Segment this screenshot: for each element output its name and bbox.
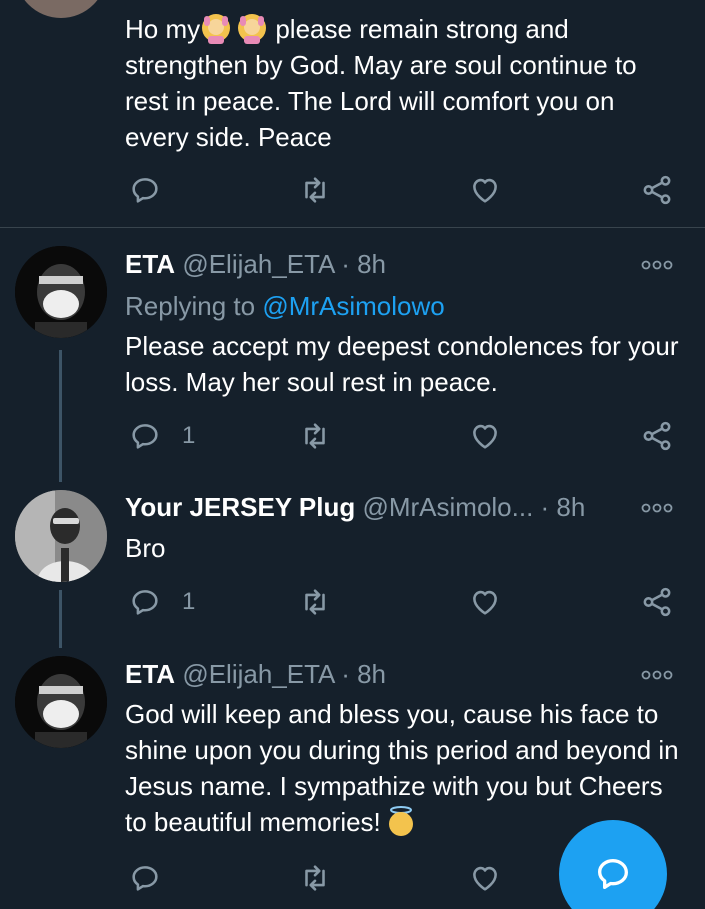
share-button[interactable]	[640, 418, 674, 454]
tweet-text: God will keep and bless you, cause his f…	[125, 696, 685, 840]
reply-icon	[132, 590, 158, 615]
tweet-text: Please accept my deepest condolences for…	[125, 331, 679, 397]
retweet-icon	[305, 589, 325, 615]
reply-icon	[132, 178, 158, 203]
reply-count: 1	[182, 422, 196, 449]
reply-button[interactable]	[128, 860, 182, 896]
heart-icon	[473, 424, 497, 449]
share-icon	[643, 421, 671, 451]
heart-icon	[473, 590, 497, 615]
like-button[interactable]	[468, 860, 502, 896]
retweet-icon	[305, 865, 325, 891]
retweet-button[interactable]	[298, 172, 332, 208]
retweet-button[interactable]	[298, 418, 332, 454]
tweet-actions: 1	[125, 584, 675, 620]
user-handle[interactable]: @Elijah_ETA	[182, 659, 334, 689]
tweet-actions: 1	[125, 418, 675, 454]
person-gesturing-ok-emoji	[202, 14, 231, 44]
compose-reply-icon	[598, 859, 628, 889]
retweet-button[interactable]	[298, 860, 332, 896]
like-button[interactable]	[468, 418, 502, 454]
person-gesturing-ok-emoji	[238, 14, 267, 44]
avatar[interactable]	[15, 656, 107, 748]
tweet[interactable]: Your JERSEY Plug @MrAsimolo... · 8h Bro …	[0, 482, 705, 648]
timestamp[interactable]: 8h	[556, 492, 585, 522]
reply-button[interactable]	[128, 172, 182, 208]
avatar[interactable]	[15, 0, 107, 18]
share-button[interactable]	[640, 584, 674, 620]
heart-icon	[473, 178, 497, 203]
heart-icon	[473, 866, 497, 891]
display-name[interactable]: ETA	[125, 659, 175, 689]
tweet-header: ETA @Elijah_ETA · 8h	[125, 657, 625, 691]
retweet-icon	[305, 177, 325, 203]
timestamp[interactable]: 8h	[357, 249, 386, 279]
more-options-icon[interactable]	[641, 501, 673, 515]
timestamp[interactable]: 8h	[357, 659, 386, 689]
share-icon	[643, 175, 671, 205]
like-button[interactable]	[468, 172, 502, 208]
share-icon	[643, 587, 671, 617]
tweet-text: Ho my please remain strong and strengthe…	[125, 11, 685, 155]
like-button[interactable]	[468, 584, 502, 620]
tweet[interactable]: ETA @Elijah_ETA · 8h Replying to @MrAsim…	[0, 228, 705, 482]
tweet-text: Bro	[125, 533, 166, 563]
reply-icon	[132, 424, 158, 449]
more-options-icon[interactable]	[641, 258, 673, 272]
user-handle[interactable]: @Elijah_ETA	[182, 249, 334, 279]
reply-button[interactable]: 1	[128, 418, 195, 454]
share-button[interactable]	[640, 172, 674, 208]
tweet[interactable]: Ho my please remain strong and strengthe…	[0, 0, 705, 228]
separator: ·	[533, 492, 557, 522]
display-name[interactable]: Your JERSEY Plug	[125, 492, 355, 522]
avatar-image	[15, 656, 107, 748]
tweet-header: ETA @Elijah_ETA · 8h	[125, 247, 625, 281]
avatar[interactable]	[15, 246, 107, 338]
tweet-header: Your JERSEY Plug @MrAsimolo... · 8h	[125, 490, 625, 524]
display-name[interactable]: ETA	[125, 249, 175, 279]
separator: ·	[333, 659, 358, 689]
replying-to-label: Replying to	[125, 291, 263, 321]
replying-to-handle[interactable]: @MrAsimolowo	[262, 291, 444, 321]
thread-line	[59, 350, 62, 482]
avatar-image	[15, 246, 107, 338]
reply-icon	[132, 866, 158, 891]
retweet-icon	[305, 423, 325, 449]
more-options-icon[interactable]	[641, 668, 673, 682]
smiling-face-with-halo-emoji	[388, 806, 413, 836]
separator: ·	[333, 249, 358, 279]
tweet-actions	[125, 172, 675, 208]
thread-line	[59, 590, 62, 648]
avatar[interactable]	[15, 490, 107, 582]
retweet-button[interactable]	[298, 584, 332, 620]
reply-button[interactable]: 1	[128, 584, 195, 620]
avatar-image	[15, 490, 107, 582]
replying-to: Replying to @MrAsimolowo	[125, 289, 445, 323]
user-handle[interactable]: @MrAsimolo...	[362, 492, 533, 522]
tweet-text-prefix: Ho my	[125, 14, 201, 44]
reply-count: 1	[182, 588, 196, 615]
